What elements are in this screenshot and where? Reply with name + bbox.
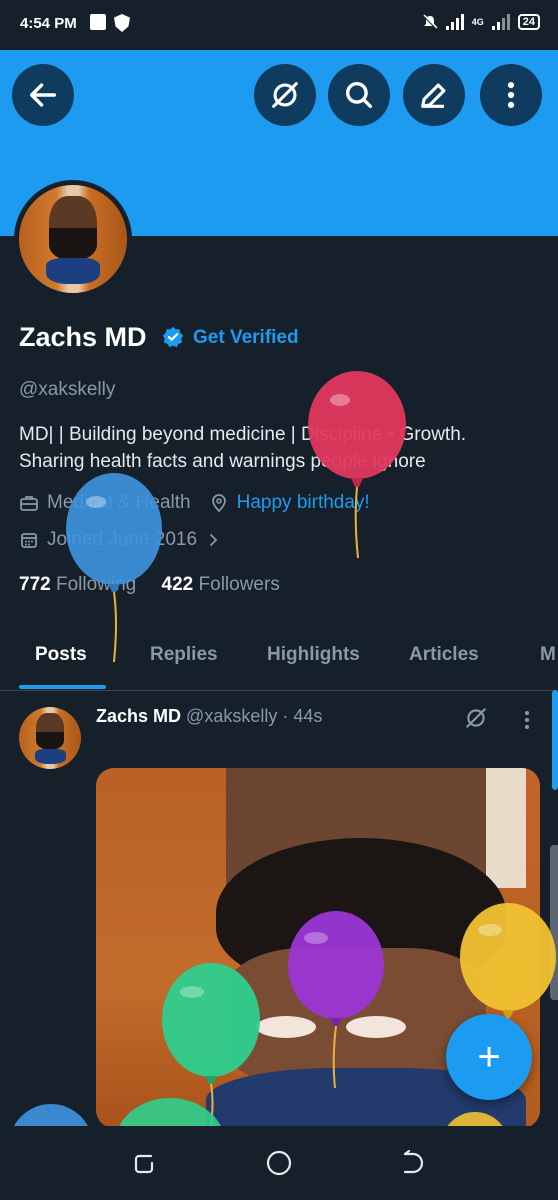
back-nav-icon[interactable] (400, 1150, 426, 1176)
back-button[interactable] (12, 64, 74, 126)
arrow-left-icon (29, 83, 57, 107)
grok-icon[interactable] (463, 705, 489, 731)
verified-badge-icon (162, 326, 184, 348)
followers-count: 422 (161, 574, 194, 595)
chevron-right-icon (210, 534, 218, 546)
home-icon[interactable] (266, 1150, 292, 1176)
status-time: 4:54 PM (20, 15, 77, 32)
shield-icon (114, 14, 130, 32)
profile-handle: @xakskelly (19, 379, 116, 400)
active-tab-indicator (19, 685, 106, 689)
location-pin-icon (211, 494, 226, 513)
more-options-button[interactable] (480, 64, 542, 126)
signal-icon-2 (491, 14, 510, 30)
post-avatar[interactable] (19, 707, 81, 769)
grok-button[interactable] (254, 64, 316, 126)
balloon-green-bottom (119, 1098, 221, 1126)
followers-link[interactable]: 422 Followers (162, 574, 280, 595)
balloon-blue-bottom (14, 1104, 88, 1126)
edit-icon (421, 83, 446, 108)
balloon-red (308, 371, 406, 559)
balloon-purple (288, 911, 384, 1089)
tab-more[interactable]: M (540, 644, 556, 666)
post-header: Zachs MD @xakskelly · 44s (96, 706, 323, 726)
scrollbar[interactable] (552, 690, 558, 790)
following-count: 772 (19, 574, 51, 595)
compose-fab-button[interactable]: + (446, 1014, 532, 1100)
profile-name: Zachs MD (19, 322, 147, 352)
bell-off-icon (423, 14, 438, 29)
profile-avatar[interactable] (14, 180, 132, 298)
post-author[interactable]: Zachs MD (96, 706, 181, 726)
balloon-yellow-bottom (447, 1112, 503, 1126)
notification-icon (90, 14, 106, 30)
status-bar: 4:54 PM 4G 24 (0, 0, 558, 50)
balloon-blue (66, 473, 162, 663)
search-button[interactable] (328, 64, 390, 126)
briefcase-icon (20, 496, 38, 511)
followers-label: Followers (198, 574, 280, 595)
network-type: 4G (471, 16, 484, 27)
grok-icon (272, 82, 298, 108)
system-nav-bar (0, 1126, 558, 1200)
bio-line-1: MD| | Building beyond medicine | Discipl… (19, 424, 467, 445)
battery-indicator: 24 (517, 14, 540, 30)
signal-icon (445, 14, 464, 30)
tab-highlights[interactable]: Highlights (267, 644, 360, 666)
edit-button[interactable] (403, 64, 465, 126)
recent-apps-icon[interactable] (131, 1150, 157, 1176)
profile-bio: MD| | Building beyond medicine | Discipl… (19, 421, 539, 475)
search-icon (345, 81, 373, 109)
post-time: 44s (293, 706, 323, 726)
plus-icon: + (477, 1035, 501, 1079)
more-vertical-icon (507, 81, 515, 109)
post-more-icon[interactable] (519, 708, 535, 732)
bio-line-2: Sharing health facts and warnings people… (19, 451, 426, 472)
calendar-icon (21, 533, 37, 548)
post-handle: @xakskelly (186, 706, 278, 726)
get-verified-link[interactable]: Get Verified (193, 327, 299, 349)
tab-articles[interactable]: Articles (409, 644, 479, 666)
